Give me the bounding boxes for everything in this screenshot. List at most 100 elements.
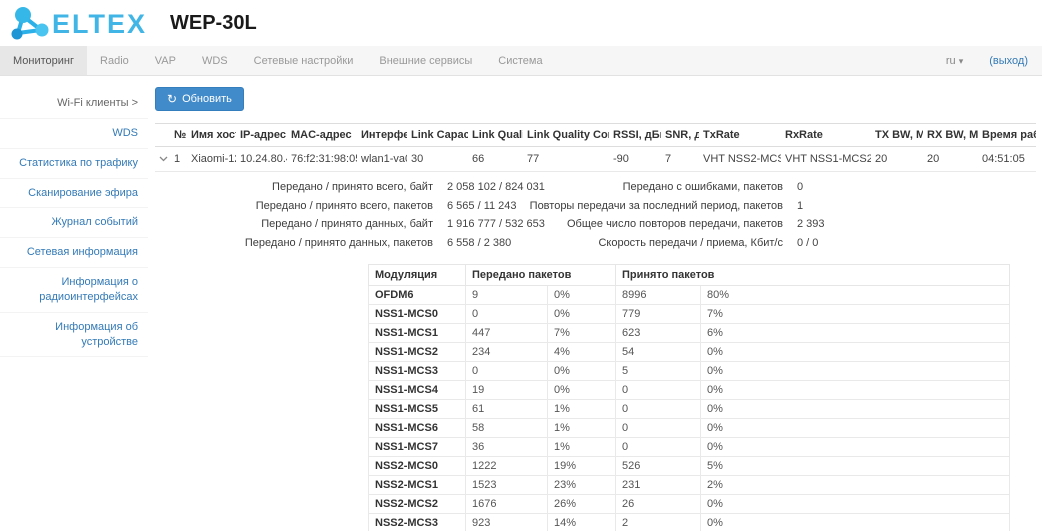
sidebar-item-6[interactable]: Информация о радиоинтерфейсах xyxy=(0,268,148,313)
mod-cell: 5 xyxy=(616,362,701,381)
mod-cell: NSS2-MCS1 xyxy=(369,476,466,495)
clients-header-14: Время работы xyxy=(978,124,1036,147)
nav-tabs: МониторингRadioVAPWDSСетевые настройкиВн… xyxy=(0,46,556,75)
sidebar-item-4[interactable]: Журнал событий xyxy=(0,208,148,238)
language-label: ru xyxy=(946,55,956,67)
mod-cell: 26 xyxy=(616,495,701,514)
modulation-header-1: Передано пакетов xyxy=(466,265,616,286)
stat-value: 0 / 0 xyxy=(797,234,818,253)
mod-cell: 526 xyxy=(616,457,701,476)
mod-cell: 0% xyxy=(701,419,1010,438)
sidebar-item-1[interactable]: WDS xyxy=(0,119,148,149)
stat-label: Передано / принято данных, пакетов xyxy=(155,234,447,253)
language-selector[interactable]: ru ▾ xyxy=(946,55,963,67)
mod-cell: NSS1-MCS6 xyxy=(369,419,466,438)
sidebar: Wi-Fi клиенты >WDSСтатистика по трафикуС… xyxy=(0,76,148,531)
mod-cell: 0 xyxy=(616,400,701,419)
mod-cell: 4% xyxy=(548,343,616,362)
tab-3[interactable]: WDS xyxy=(189,46,241,75)
clients-header-12: TX BW, МГц xyxy=(871,124,923,147)
stat-row: Передано с ошибками, пакетов0 xyxy=(520,178,825,197)
main-nav: МониторингRadioVAPWDSСетевые настройкиВн… xyxy=(0,46,1042,76)
clients-table-header-row: №Имя хостаIP-адресMAC-адресИнтерфейсLink… xyxy=(155,124,1036,147)
mod-cell: OFDM6 xyxy=(369,286,466,305)
sidebar-item-5[interactable]: Сетевая информация xyxy=(0,238,148,268)
mod-cell: 779 xyxy=(616,305,701,324)
clients-header-11: RxRate xyxy=(781,124,871,147)
stat-row: Общее число повторов передачи, пакетов2 … xyxy=(520,215,825,234)
refresh-button[interactable]: ↻ Обновить xyxy=(155,87,244,111)
sidebar-item-2[interactable]: Статистика по трафику xyxy=(0,149,148,179)
eltex-molecule-icon xyxy=(10,6,52,42)
mod-cell: 19% xyxy=(548,457,616,476)
mod-cell: 23% xyxy=(548,476,616,495)
modulation-row: NSS2-MCS392314%20% xyxy=(369,514,1010,531)
clients-header-9: SNR, дБ xyxy=(661,124,699,147)
sidebar-item-7[interactable]: Информация об устройстве xyxy=(0,313,148,358)
mod-cell: NSS1-MCS3 xyxy=(369,362,466,381)
stat-label: Передано с ошибками, пакетов xyxy=(520,178,797,197)
expand-row-chevron[interactable] xyxy=(155,147,170,172)
mod-cell: 0% xyxy=(548,286,616,305)
mod-cell: 2 xyxy=(616,514,701,531)
modulation-row: NSS2-MCS2167626%260% xyxy=(369,495,1010,514)
client-link_quality_common: 77 xyxy=(523,147,609,172)
tab-4[interactable]: Сетевые настройки xyxy=(241,46,367,75)
sidebar-item-3[interactable]: Сканирование эфира xyxy=(0,179,148,209)
mod-cell: NSS1-MCS5 xyxy=(369,400,466,419)
stat-row: Повторы передачи за последний период, па… xyxy=(520,197,825,216)
mod-cell: 19 xyxy=(466,381,548,400)
mod-cell: 1523 xyxy=(466,476,548,495)
client-mac: 76:f2:31:98:05:ba xyxy=(287,147,357,172)
clients-header-spacer xyxy=(155,124,170,147)
clients-header-7: Link Quality Common xyxy=(523,124,609,147)
mod-cell: NSS1-MCS7 xyxy=(369,438,466,457)
client-link_quality: 66 xyxy=(468,147,523,172)
eltex-logo: ELTEX xyxy=(10,6,147,42)
logout-link[interactable]: (выход) xyxy=(989,55,1028,67)
clients-header-8: RSSI, дБм xyxy=(609,124,661,147)
mod-cell: 6% xyxy=(701,324,1010,343)
client-row[interactable]: 1Xiaomi-12T10.24.80.4576:f2:31:98:05:baw… xyxy=(155,147,1036,172)
clients-header-4: Интерфейс xyxy=(357,124,407,147)
stat-row: Передано / принято данных, пакетов6 558 … xyxy=(155,234,545,253)
mod-cell: NSS2-MCS2 xyxy=(369,495,466,514)
clients-header-0: № xyxy=(170,124,187,147)
mod-cell: NSS1-MCS4 xyxy=(369,381,466,400)
tab-2[interactable]: VAP xyxy=(142,46,189,75)
mod-cell: 923 xyxy=(466,514,548,531)
mod-cell: 0% xyxy=(548,381,616,400)
modulation-row: NSS1-MCS4190%00% xyxy=(369,381,1010,400)
client-host: Xiaomi-12T xyxy=(187,147,236,172)
mod-cell: 623 xyxy=(616,324,701,343)
stats-left-group: Передано / принято всего, байт2 058 102 … xyxy=(155,178,545,252)
tab-6[interactable]: Система xyxy=(485,46,555,75)
stat-label: Повторы передачи за последний период, па… xyxy=(520,197,797,216)
mod-cell: 0 xyxy=(616,419,701,438)
client-num: 1 xyxy=(170,147,187,172)
mod-cell: 14% xyxy=(548,514,616,531)
mod-cell: 1% xyxy=(548,400,616,419)
tab-5[interactable]: Внешние сервисы xyxy=(366,46,485,75)
mod-cell: 80% xyxy=(701,286,1010,305)
mod-cell: 0% xyxy=(701,400,1010,419)
mod-cell: 7% xyxy=(701,305,1010,324)
mod-cell: 0 xyxy=(616,438,701,457)
mod-cell: 0% xyxy=(701,514,1010,531)
tab-1[interactable]: Radio xyxy=(87,46,142,75)
clients-header-5: Link Capacity xyxy=(407,124,468,147)
client-iface: wlan1-va0 xyxy=(357,147,407,172)
mod-cell: NSS1-MCS1 xyxy=(369,324,466,343)
client-tx_bw: 20 xyxy=(871,147,923,172)
top-bar: ELTEX WEP-30L xyxy=(0,0,1042,46)
mod-cell: 9 xyxy=(466,286,548,305)
tab-0[interactable]: Мониторинг xyxy=(0,46,87,75)
clients-header-6: Link Quality xyxy=(468,124,523,147)
clients-header-1: Имя хоста xyxy=(187,124,236,147)
mod-cell: NSS1-MCS0 xyxy=(369,305,466,324)
modulation-row: OFDM690%899680% xyxy=(369,286,1010,305)
modulation-row: NSS1-MCS14477%6236% xyxy=(369,324,1010,343)
stat-label: Скорость передачи / приема, Кбит/с xyxy=(520,234,797,253)
sidebar-item-0[interactable]: Wi-Fi клиенты > xyxy=(0,89,148,119)
stat-value: 6 565 / 11 243 xyxy=(447,197,517,216)
